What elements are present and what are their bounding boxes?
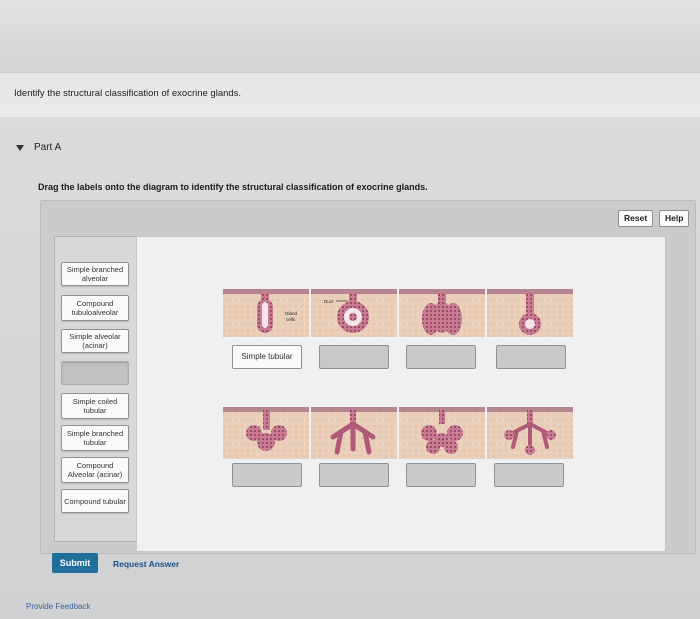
label-chip[interactable]: Simple coiled tubular (61, 393, 129, 419)
svg-text:Gland: Gland (285, 311, 298, 316)
gland-compound-alveolar (399, 407, 485, 459)
gland-compound-tubular (311, 407, 397, 459)
svg-text:cells: cells (286, 317, 296, 322)
reset-button[interactable]: Reset (618, 210, 654, 227)
label-chip[interactable]: Compound tubular (61, 489, 129, 513)
gland-simple-branched-tubular (399, 289, 485, 337)
drop-target-row2-3[interactable] (406, 463, 476, 487)
label-chip-empty-slot (61, 361, 129, 385)
drop-target-row1-4[interactable] (496, 345, 566, 369)
label-chip[interactable]: Compound tubuloalveolar (61, 295, 129, 321)
gland-simple-branched-alveolar (223, 407, 309, 459)
drop-target-row2-2[interactable] (319, 463, 389, 487)
label-bank: Simple branched alveolar Compound tubulo… (54, 236, 138, 542)
intro-text: Identify the structural classification o… (14, 88, 242, 99)
drop-target-row2-4[interactable] (494, 463, 564, 487)
provide-feedback-link[interactable]: Provide Feedback (26, 602, 90, 611)
drop-target-row1-3[interactable] (406, 345, 476, 369)
label-chip[interactable]: Compound Alveolar (acinar) (61, 457, 129, 483)
label-chip[interactable]: Simple branched tubular (61, 425, 129, 451)
label-chip[interactable]: Simple branched alveolar (61, 262, 129, 286)
caret-down-icon[interactable] (16, 144, 24, 151)
label-chip[interactable]: Simple alveolar (acinar) (61, 329, 129, 353)
submit-button[interactable]: Submit (52, 553, 98, 573)
gland-simple-coiled-tubular (311, 289, 397, 337)
instruction-text: Drag the labels onto the diagram to iden… (38, 182, 428, 192)
drop-target-row1-2[interactable] (319, 345, 389, 369)
help-button[interactable]: Help (659, 210, 690, 227)
gland-diagram: Duct Gland cells (223, 289, 573, 459)
diagram-canvas: Duct Gland cells Simple tubular (136, 236, 666, 552)
gland-simple-alveolar (487, 289, 573, 337)
svg-text:Duct: Duct (324, 299, 334, 304)
drop-target-row2-1[interactable] (232, 463, 302, 487)
gland-compound-tubuloalveolar (487, 407, 573, 459)
part-label: Part A (34, 142, 62, 153)
part-a-toggle[interactable]: Part A (16, 142, 61, 153)
drop-target-row1-1[interactable]: Simple tubular (232, 345, 302, 369)
browser-top-area (0, 0, 700, 70)
request-answer-link[interactable]: Request Answer (113, 559, 179, 569)
